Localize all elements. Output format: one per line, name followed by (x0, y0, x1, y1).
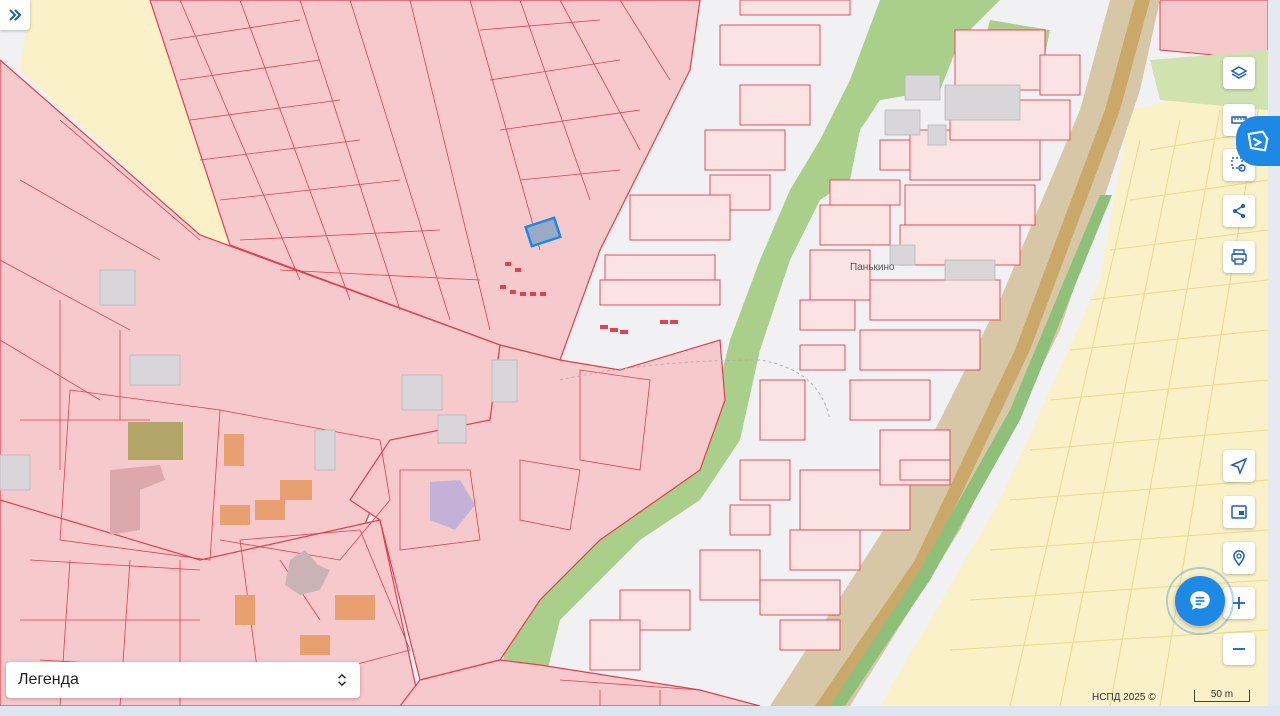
locate-button[interactable] (1223, 450, 1255, 482)
search-point-icon (1233, 550, 1245, 567)
map-attribution: НСПД 2025 © (1092, 692, 1156, 703)
share-icon (1233, 204, 1245, 218)
search-point-button[interactable] (1223, 542, 1255, 574)
service-badge[interactable] (1236, 116, 1280, 166)
double-chevron-right-icon (9, 9, 22, 21)
locate-icon (1230, 457, 1248, 475)
print-icon (1231, 249, 1247, 265)
minimap-icon (1231, 505, 1247, 519)
right-edge-strip (1268, 0, 1280, 716)
scale-label: 50 m (1210, 689, 1234, 700)
expand-panel-button[interactable] (0, 0, 30, 30)
zoom-out-icon (1233, 648, 1245, 650)
chat-button[interactable] (1166, 567, 1234, 635)
place-label: Панькино (850, 262, 895, 273)
legend-selector[interactable]: Легенда (6, 662, 360, 698)
legend-label: Легенда (18, 671, 79, 688)
share-button[interactable] (1223, 195, 1255, 227)
scale-bar: 50 m (1194, 690, 1250, 702)
chat-icon (1190, 591, 1210, 610)
zoom-out-button[interactable] (1223, 633, 1255, 665)
chevron-up-down-icon (338, 673, 346, 687)
green-roof-building (128, 422, 183, 460)
cadastral-map[interactable]: Панькино (0, 0, 1280, 716)
layers-button[interactable] (1223, 57, 1255, 89)
parcel-top-right (1159, 0, 1269, 61)
service-logo-icon (1247, 130, 1269, 152)
print-button[interactable] (1223, 241, 1255, 273)
minimap-button[interactable] (1223, 496, 1255, 528)
layers-icon (1230, 66, 1248, 79)
bottom-edge-strip (0, 706, 1280, 716)
